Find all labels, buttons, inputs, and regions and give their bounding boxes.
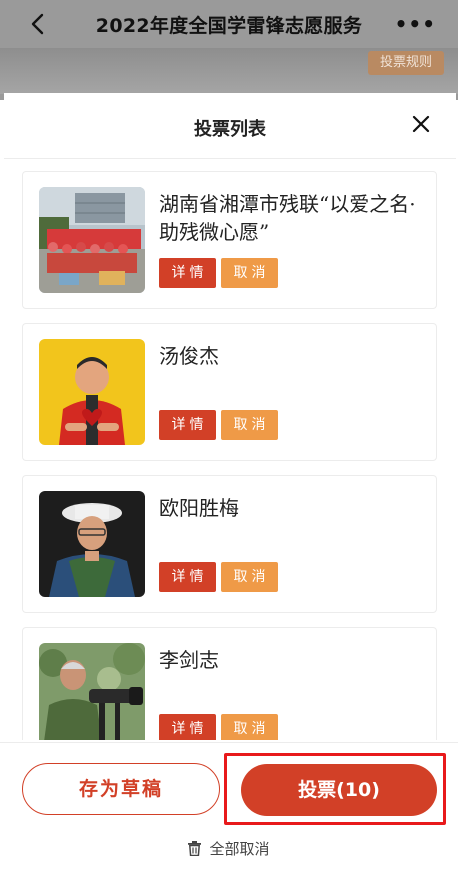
candidate-list[interactable]: 湖南省湘潭市残联“以爱之名·助残微心愿” 详情 取消 汤俊杰 详情 取消 欧阳胜…: [4, 160, 458, 740]
cancel-vote-button[interactable]: 取消: [221, 562, 278, 592]
clear-all-button[interactable]: 全部取消: [0, 838, 458, 859]
close-icon[interactable]: [412, 115, 430, 133]
candidate-card: 汤俊杰 详情 取消: [22, 323, 437, 461]
candidate-card: 湖南省湘潭市残联“以爱之名·助残微心愿” 详情 取消: [22, 171, 437, 309]
cancel-vote-button[interactable]: 取消: [221, 410, 278, 440]
detail-button[interactable]: 详情: [159, 714, 216, 740]
card-actions: 详情 取消: [159, 714, 278, 740]
clear-all-label: 全部取消: [209, 840, 270, 858]
candidate-name: 汤俊杰: [159, 344, 219, 368]
candidate-name: 欧阳胜梅: [159, 496, 239, 520]
sheet-title: 投票列表: [194, 119, 266, 140]
cancel-vote-button[interactable]: 取消: [221, 714, 278, 740]
candidate-name: 湖南省湘潭市残联“以爱之名·助残微心愿”: [159, 192, 416, 244]
candidate-photo: [39, 491, 145, 597]
vote-button[interactable]: 投票(10): [241, 764, 437, 816]
top-nav-bar: 2022年度全国学雷锋志愿服务 •••: [0, 0, 458, 48]
candidate-name: 李剑志: [159, 648, 219, 672]
trash-icon: [188, 841, 202, 857]
detail-button[interactable]: 详情: [159, 562, 216, 592]
detail-button[interactable]: 详情: [159, 410, 216, 440]
card-actions: 详情 取消: [159, 562, 278, 592]
cancel-vote-button[interactable]: 取消: [221, 258, 278, 288]
candidate-card: 李剑志 详情 取消: [22, 627, 437, 740]
card-actions: 详情 取消: [159, 258, 278, 288]
candidate-photo: [39, 187, 145, 293]
save-draft-button[interactable]: 存为草稿: [22, 763, 220, 815]
vote-button-highlight: 投票(10): [224, 753, 446, 825]
candidate-card: 欧阳胜梅 详情 取消: [22, 475, 437, 613]
more-menu-icon[interactable]: •••: [395, 12, 436, 36]
detail-button[interactable]: 详情: [159, 258, 216, 288]
sheet-header: 投票列表: [4, 93, 456, 159]
page-title: 2022年度全国学雷锋志愿服务: [95, 15, 363, 37]
vote-rules-button[interactable]: 投票规则: [368, 51, 444, 75]
candidate-photo: [39, 643, 145, 740]
candidate-photo: [39, 339, 145, 445]
action-footer: 存为草稿 投票(10) 全部取消: [0, 742, 458, 874]
card-actions: 详情 取消: [159, 410, 278, 440]
